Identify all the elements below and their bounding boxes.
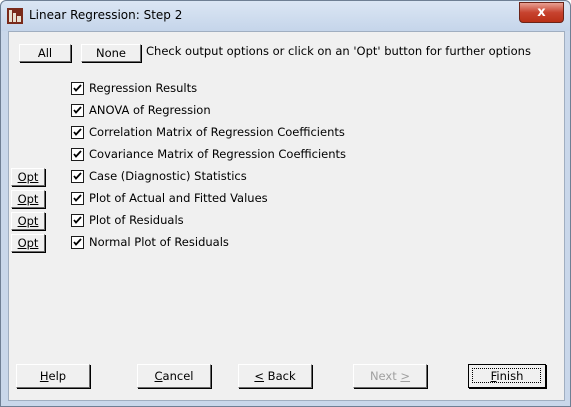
option-label[interactable]: Normal Plot of Residuals xyxy=(89,235,229,249)
option-checkbox[interactable] xyxy=(71,214,84,227)
checkmark-icon xyxy=(73,150,82,158)
all-button-label: All xyxy=(37,46,53,60)
instruction-text: Check output options or click on an 'Opt… xyxy=(146,44,531,58)
next-button[interactable]: Next > xyxy=(353,364,427,388)
opt-button-label: Opt xyxy=(17,236,39,250)
opt-button-label: Opt xyxy=(17,214,39,228)
option-checkbox[interactable] xyxy=(71,126,84,139)
none-button[interactable]: None xyxy=(81,44,141,62)
close-button[interactable]: x xyxy=(519,2,564,23)
back-button[interactable]: < Back xyxy=(238,364,312,388)
option-label[interactable]: Correlation Matrix of Regression Coeffic… xyxy=(89,125,345,139)
option-checkbox[interactable] xyxy=(71,82,84,95)
app-icon xyxy=(7,8,23,24)
option-row: Opt Plot of Residuals xyxy=(9,212,564,232)
next-button-label: Next > xyxy=(369,369,411,383)
checkmark-icon xyxy=(73,216,82,224)
focus-rectangle xyxy=(472,368,541,383)
option-checkbox[interactable] xyxy=(71,148,84,161)
help-button[interactable]: Help xyxy=(16,364,90,388)
cancel-button[interactable]: Cancel xyxy=(137,364,211,388)
close-icon: x xyxy=(537,5,546,20)
option-row: Opt Normal Plot of Residuals xyxy=(9,234,564,254)
back-button-label: < Back xyxy=(254,369,296,383)
checkmark-icon xyxy=(73,194,82,202)
all-button[interactable]: All xyxy=(19,44,71,62)
dialog-body: All None Check output options or click o… xyxy=(8,31,565,401)
option-label[interactable]: Regression Results xyxy=(89,81,197,95)
opt-button-label: Opt xyxy=(17,192,39,206)
none-button-label: None xyxy=(95,46,126,60)
help-button-label: Help xyxy=(39,369,67,383)
checkmark-icon xyxy=(73,128,82,136)
dialog-window: Linear Regression: Step 2 x All None Che… xyxy=(0,0,571,407)
option-label[interactable]: Plot of Actual and Fitted Values xyxy=(89,191,268,205)
option-label[interactable]: Covariance Matrix of Regression Coeffici… xyxy=(89,147,346,161)
opt-button-label: Opt xyxy=(17,170,39,184)
finish-button[interactable]: Finish xyxy=(468,364,546,388)
option-row: Covariance Matrix of Regression Coeffici… xyxy=(9,146,564,166)
opt-button[interactable]: Opt xyxy=(11,212,45,230)
option-row: ANOVA of Regression xyxy=(9,102,564,122)
opt-button[interactable]: Opt xyxy=(11,234,45,252)
checkmark-icon xyxy=(73,106,82,114)
opt-button[interactable]: Opt xyxy=(11,168,45,186)
option-row: Opt Plot of Actual and Fitted Values xyxy=(9,190,564,210)
option-label[interactable]: ANOVA of Regression xyxy=(89,103,211,117)
checkmark-icon xyxy=(73,238,82,246)
option-row: Correlation Matrix of Regression Coeffic… xyxy=(9,124,564,144)
window-title: Linear Regression: Step 2 xyxy=(29,8,183,22)
cancel-button-label: Cancel xyxy=(154,369,194,383)
option-checkbox[interactable] xyxy=(71,104,84,117)
option-label[interactable]: Plot of Residuals xyxy=(89,213,184,227)
checkmark-icon xyxy=(73,172,82,180)
option-checkbox[interactable] xyxy=(71,236,84,249)
title-bar[interactable]: Linear Regression: Step 2 x xyxy=(1,1,570,31)
opt-button[interactable]: Opt xyxy=(11,190,45,208)
option-checkbox[interactable] xyxy=(71,170,84,183)
option-row: Opt Case (Diagnostic) Statistics xyxy=(9,168,564,188)
option-row: Regression Results xyxy=(9,80,564,100)
checkmark-icon xyxy=(73,84,82,92)
option-label[interactable]: Case (Diagnostic) Statistics xyxy=(89,169,247,183)
option-checkbox[interactable] xyxy=(71,192,84,205)
